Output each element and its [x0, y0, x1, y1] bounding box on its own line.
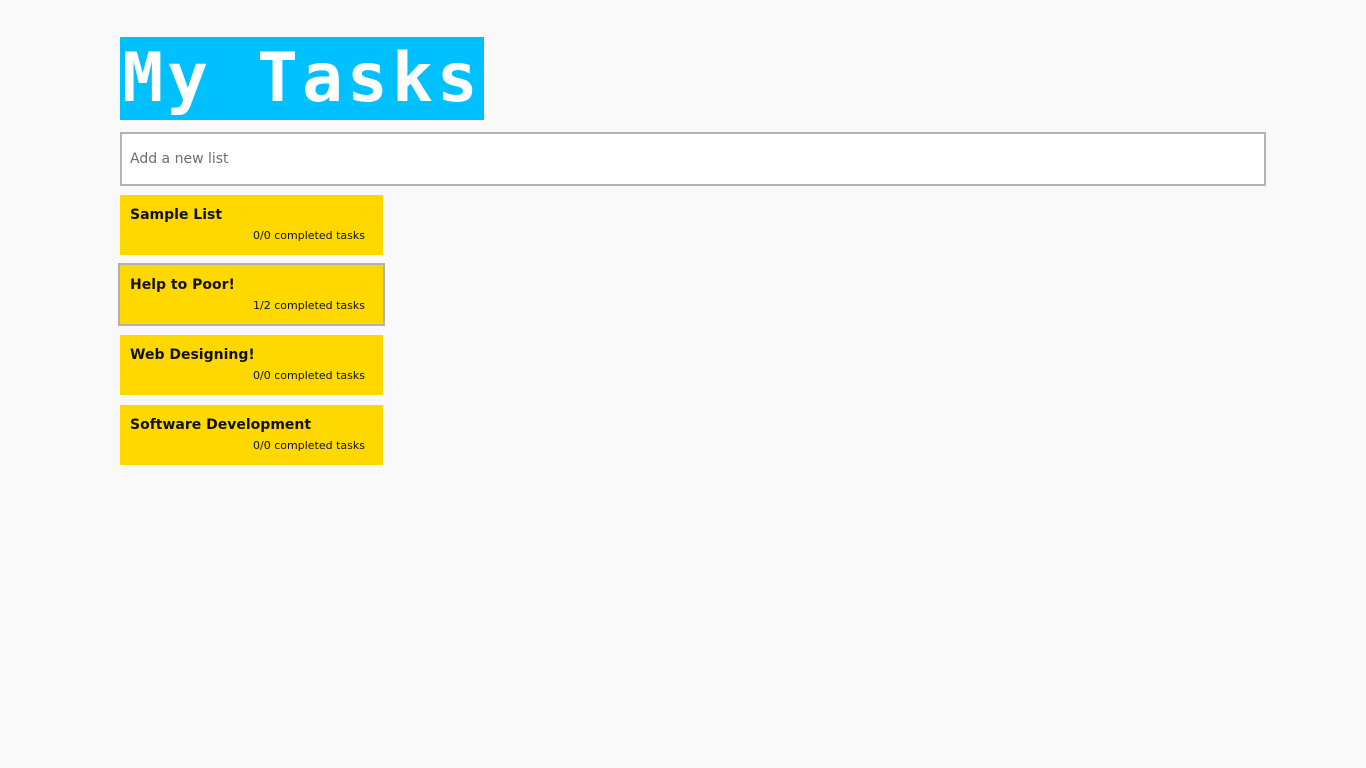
app-window: My Tasks Sample List 0/0 completed tasks… [0, 0, 1366, 768]
list-item-help-to-poor[interactable]: Help to Poor! 1/2 completed tasks [118, 263, 385, 326]
list-title: Sample List [130, 207, 223, 223]
list-completed-count: 0/0 completed tasks [253, 439, 365, 452]
list-item-software-development[interactable]: Software Development 0/0 completed tasks [120, 405, 383, 465]
list-item-web-designing[interactable]: Web Designing! 0/0 completed tasks [120, 335, 383, 395]
list-completed-count: 1/2 completed tasks [253, 299, 365, 312]
list-title: Software Development [130, 417, 312, 433]
list-title: Help to Poor! [130, 277, 235, 293]
list-completed-count: 0/0 completed tasks [253, 369, 365, 382]
list-completed-count: 0/0 completed tasks [253, 229, 365, 242]
logo-text: My Tasks [122, 38, 482, 118]
list-title: Web Designing! [130, 347, 255, 363]
list-item-sample-list[interactable]: Sample List 0/0 completed tasks [120, 195, 383, 255]
new-list-input[interactable] [120, 132, 1266, 186]
app-logo: My Tasks [120, 37, 484, 120]
